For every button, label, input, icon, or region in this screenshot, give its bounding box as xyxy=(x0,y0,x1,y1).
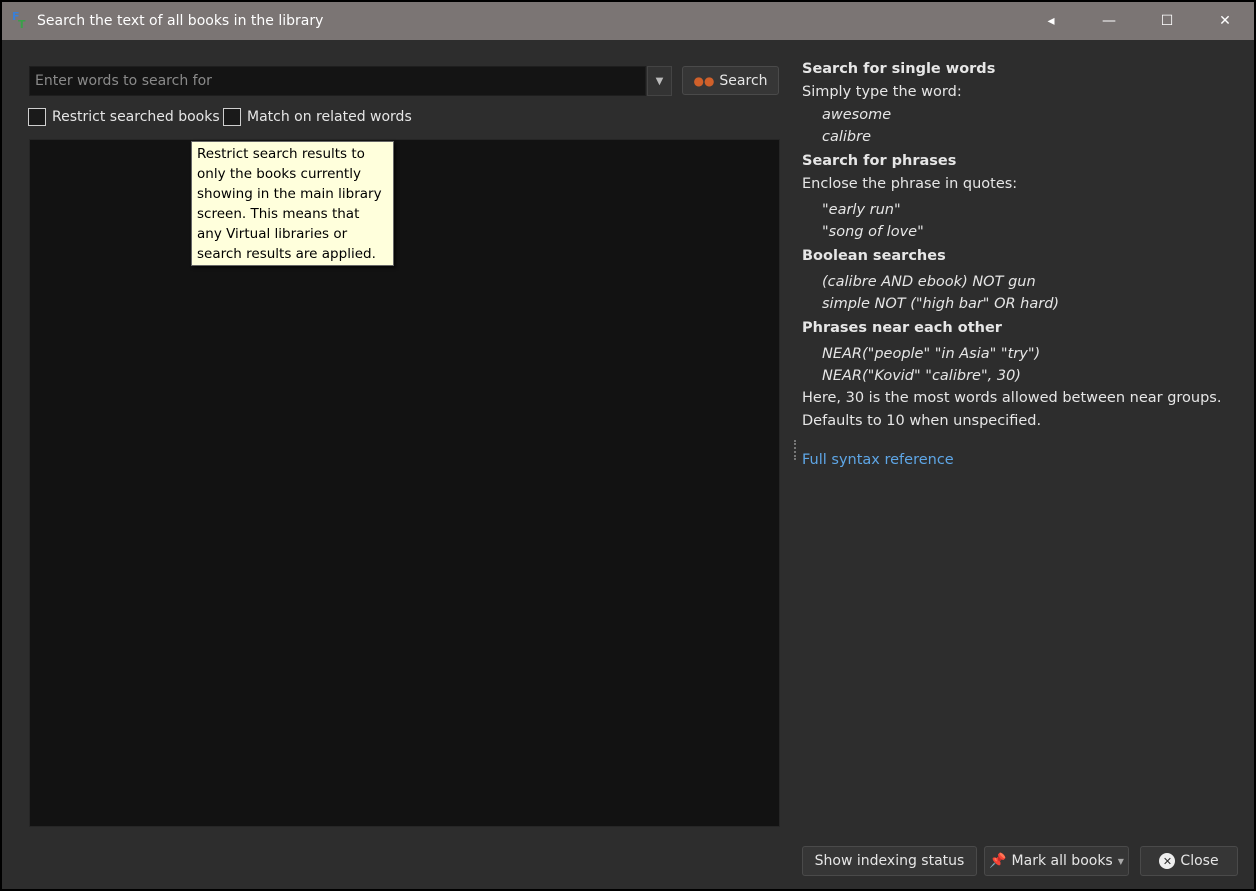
help-example: NEAR("Kovid" "calibre", 30) xyxy=(822,368,1021,384)
help-example: awesome xyxy=(822,107,892,123)
checkbox-box[interactable] xyxy=(28,108,46,126)
results-panel xyxy=(29,139,780,827)
restrict-searched-books-checkbox[interactable]: Restrict searched books xyxy=(28,108,220,126)
dropdown-arrow-icon: ▼ xyxy=(1117,856,1124,866)
search-button[interactable]: ●● Search xyxy=(682,66,779,95)
chevron-down-icon: ▼ xyxy=(655,75,664,87)
window-title: Search the text of all books in the libr… xyxy=(37,13,324,29)
help-text: Here, 30 is the most words allowed betwe… xyxy=(802,390,1222,406)
splitter-handle[interactable] xyxy=(794,440,797,460)
close-button[interactable]: ✕ Close xyxy=(1140,846,1238,876)
help-text: Enclose the phrase in quotes: xyxy=(802,176,1018,192)
minimize-button[interactable]: — xyxy=(1080,2,1138,40)
help-heading: Phrases near each other xyxy=(802,320,1002,336)
search-history-dropdown[interactable]: ▼ xyxy=(647,66,672,96)
help-panel: Search for single words Simply type the … xyxy=(802,56,1242,472)
full-syntax-reference-link[interactable]: Full syntax reference xyxy=(802,449,1242,472)
maximize-button[interactable]: ☐ xyxy=(1138,2,1196,40)
help-example: simple NOT ("high bar" OR hard) xyxy=(822,296,1060,312)
help-heading: Search for single words xyxy=(802,61,996,77)
close-circle-icon: ✕ xyxy=(1159,853,1176,869)
help-example: "song of love" xyxy=(822,224,924,240)
help-example: calibre xyxy=(822,129,872,145)
help-example: NEAR("people" "in Asia" "try") xyxy=(822,346,1041,362)
help-heading: Search for phrases xyxy=(802,153,957,169)
checkbox-box[interactable] xyxy=(223,108,241,126)
mark-all-books-button[interactable]: 📌 Mark all books ▼ xyxy=(984,846,1129,876)
help-example: "early run" xyxy=(822,202,901,218)
dialog-window: FT Search the text of all books in the l… xyxy=(2,2,1254,889)
tooltip: Restrict search results to only the book… xyxy=(191,141,394,266)
binoculars-icon: ●● xyxy=(693,73,715,88)
help-text: Defaults to 10 when unspecified. xyxy=(802,413,1042,429)
close-window-button[interactable]: ✕ xyxy=(1196,2,1254,40)
help-heading: Boolean searches xyxy=(802,248,946,264)
help-example: (calibre AND ebook) NOT gun xyxy=(822,274,1036,290)
match-related-words-checkbox[interactable]: Match on related words xyxy=(223,108,412,126)
pin-icon: 📌 xyxy=(989,853,1007,869)
show-indexing-status-button[interactable]: Show indexing status xyxy=(802,846,977,876)
app-icon: FT xyxy=(12,10,26,31)
help-text: Simply type the word: xyxy=(802,84,962,100)
context-help-button[interactable]: ◂ xyxy=(1022,2,1080,40)
title-bar: FT Search the text of all books in the l… xyxy=(2,2,1254,40)
search-input[interactable]: Enter words to search for xyxy=(29,66,646,96)
